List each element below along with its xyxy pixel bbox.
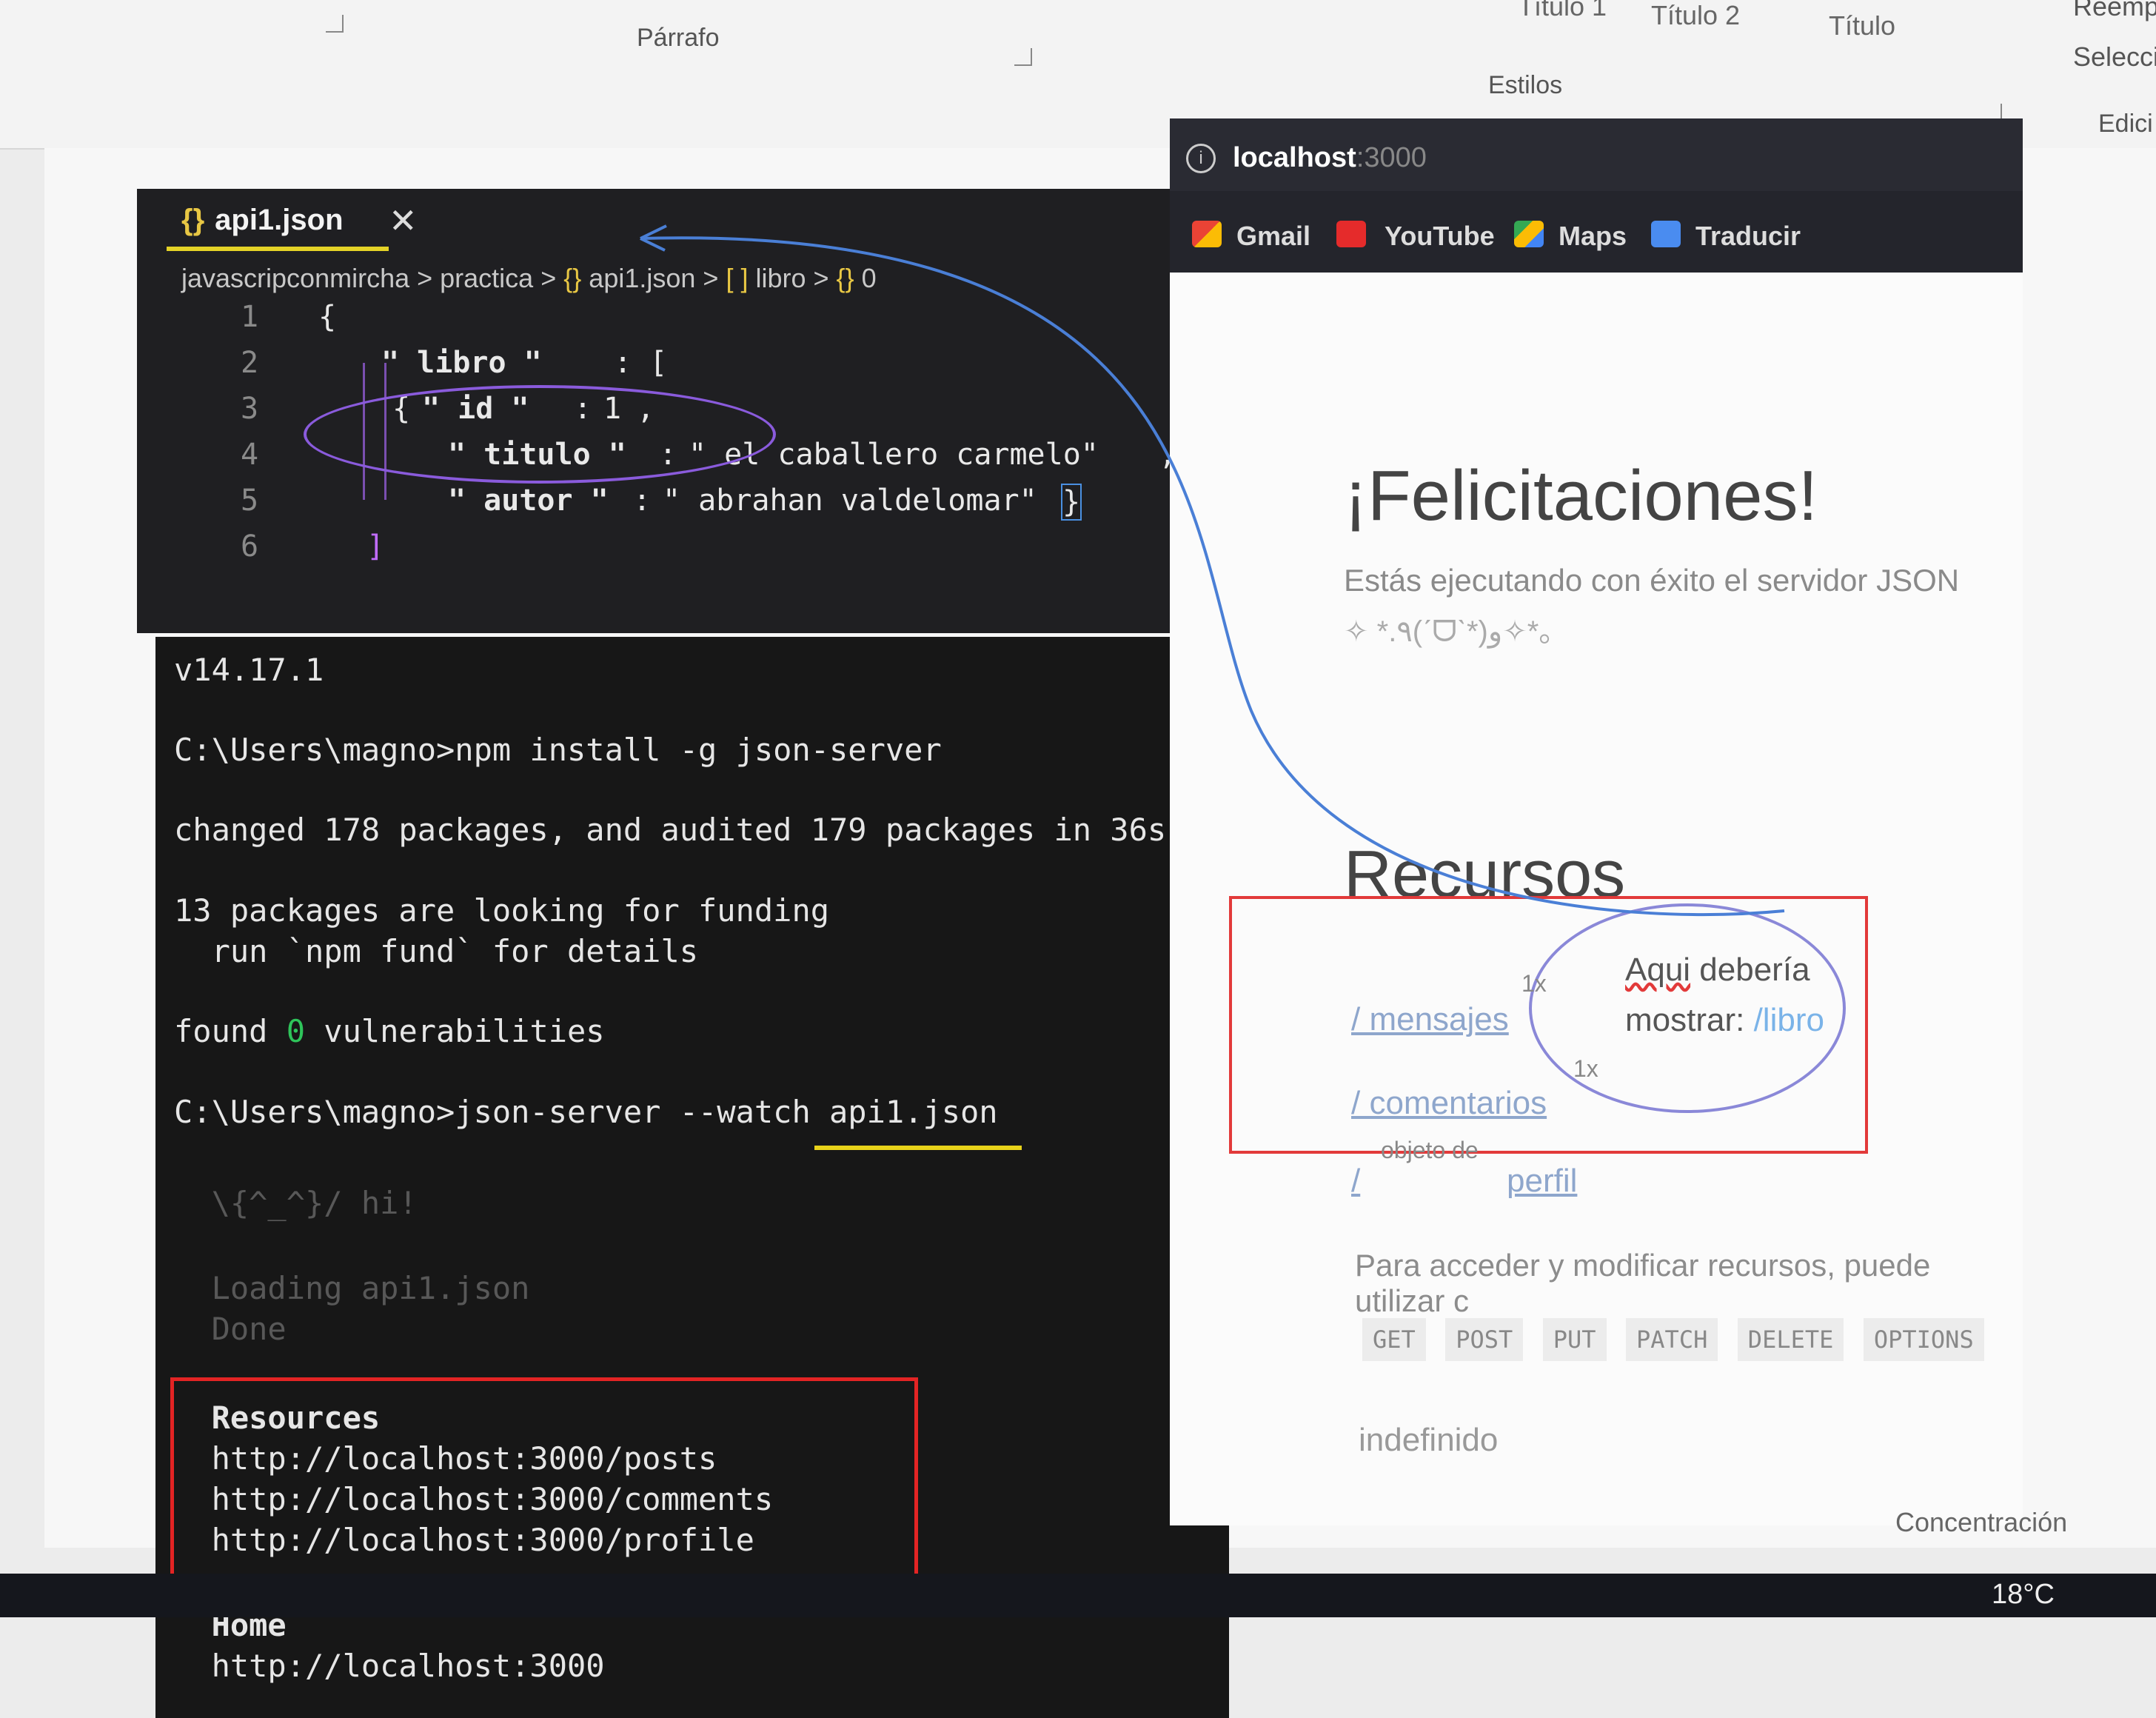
breadcrumb: javascripconmircha > practica > {} api1.… xyxy=(181,263,877,293)
youtube-icon xyxy=(1336,221,1366,247)
breadcrumb-folder[interactable]: practica xyxy=(440,263,533,293)
bookmark-translate[interactable]: Traducir xyxy=(1695,221,1801,252)
terminal-line: http://localhost:3000/profile xyxy=(174,1522,754,1558)
code-text: { xyxy=(318,300,337,334)
link-mensajes[interactable]: / mensajes xyxy=(1351,1001,1509,1038)
annotation-underline xyxy=(814,1146,1022,1150)
terminal-line: v14.17.1 xyxy=(174,652,324,688)
terminal-line: Done xyxy=(174,1311,287,1347)
line-number: 3 xyxy=(241,392,259,426)
undefined-text: indefinido xyxy=(1359,1422,1499,1458)
tab-highlight xyxy=(167,247,389,251)
method-put: PUT xyxy=(1542,1318,1607,1361)
terminal-line: 13 packages are looking for funding xyxy=(174,892,830,929)
dialog-launcher-icon[interactable] xyxy=(326,15,344,33)
code-text: ] xyxy=(366,529,385,564)
kaomoji: ✧ *.٩(ˊᗜˋ*)و✧*。 xyxy=(1344,615,1569,648)
replace-button[interactable]: Reemp xyxy=(2073,0,2156,22)
breadcrumb-array[interactable]: libro xyxy=(755,263,806,293)
style-heading2[interactable]: Título 2 xyxy=(1651,0,1740,31)
link-comentarios[interactable]: / comentarios xyxy=(1351,1085,1547,1122)
terminal[interactable]: v14.17.1 C:\Users\magno>npm install -g j… xyxy=(155,637,1229,1718)
terminal-line: run `npm fund` for details xyxy=(174,933,699,969)
tab-label: api1.json xyxy=(215,204,344,236)
line-number: 4 xyxy=(241,438,259,472)
method-patch: PATCH xyxy=(1626,1318,1718,1361)
code-line: 5 " autor " : " abrahan valdelomar" } xyxy=(241,484,1082,521)
json-file-icon: {} xyxy=(181,204,205,236)
breadcrumb-index[interactable]: 0 xyxy=(862,263,877,293)
address-bar[interactable]: i localhost:3000 xyxy=(1170,118,2023,191)
terminal-line: C:\Users\magno>json-server --watch api1.… xyxy=(174,1094,998,1130)
code-key: " autor " xyxy=(448,484,609,518)
terminal-line: \{^_^}/ hi! xyxy=(174,1185,418,1221)
link-slash[interactable]: / xyxy=(1351,1163,1360,1200)
code-line: 6 ] xyxy=(137,529,1211,574)
terminal-line: http://localhost:3000/comments xyxy=(174,1481,774,1517)
line-number: 6 xyxy=(241,529,259,564)
method-options: OPTIONS xyxy=(1863,1318,1984,1361)
translate-icon xyxy=(1651,221,1681,247)
code-string: " abrahan valdelomar" xyxy=(663,484,1037,518)
annotation-circle xyxy=(304,385,776,484)
annotation-text: Aqui debería xyxy=(1625,952,1810,988)
code-text: : [ xyxy=(596,346,668,380)
bookmark-maps[interactable]: Maps xyxy=(1559,221,1627,252)
line-number: 2 xyxy=(241,346,259,380)
focus-mode-button[interactable]: Concentración xyxy=(1895,1507,2067,1538)
edit-group-label: Edici xyxy=(2098,110,2153,138)
terminal-line: http://localhost:3000/posts xyxy=(174,1440,717,1477)
bookmark-gmail[interactable]: Gmail xyxy=(1236,221,1310,252)
code-key: " libro " xyxy=(381,346,542,380)
annotation-text: mostrar: /libro xyxy=(1625,1002,1824,1038)
style-title[interactable]: Título xyxy=(1829,10,1895,41)
terminal-line: Resources xyxy=(174,1400,381,1436)
http-methods: GET POST PUT PATCH DELETE OPTIONS xyxy=(1362,1318,2001,1361)
zero-vulnerabilities: 0 xyxy=(286,1013,306,1049)
terminal-line: changed 178 packages, and audited 179 pa… xyxy=(174,812,1167,848)
maps-icon xyxy=(1514,221,1544,247)
paragraph-text: Para acceder y modificar recursos, puede… xyxy=(1355,1248,1931,1318)
code-editor: {} api1.json ✕ javascripconmircha > pract… xyxy=(137,189,1211,633)
weather-temperature[interactable]: 18°C xyxy=(1992,1579,2055,1611)
code-line: 2 " libro " : [ xyxy=(137,346,1211,390)
count-label: 1x xyxy=(1521,970,1547,997)
page-title: ¡Felicitaciones! xyxy=(1344,456,1818,535)
json-file-icon: {} xyxy=(563,263,582,293)
bookmark-youtube[interactable]: YouTube xyxy=(1385,221,1495,252)
info-icon[interactable]: i xyxy=(1186,144,1216,173)
style-heading1[interactable]: Título 1 xyxy=(1518,0,1607,22)
paragraph-launcher-icon[interactable] xyxy=(1014,48,1032,66)
line-number: 5 xyxy=(241,484,259,518)
styles-group-label: Estilos xyxy=(1488,71,1563,99)
editor-tabbar: {} api1.json ✕ xyxy=(137,189,1211,255)
array-icon: [ ] xyxy=(726,263,749,293)
link-perfil[interactable]: perfil xyxy=(1507,1163,1577,1200)
bookmarks-bar: Gmail YouTube Maps Traducir xyxy=(1170,191,2023,273)
page-subtitle: Estás ejecutando con éxito el servidor J… xyxy=(1344,563,1960,598)
select-button[interactable]: Selecci xyxy=(2073,41,2156,73)
terminal-line: http://localhost:3000 xyxy=(174,1648,605,1684)
browser-window: i localhost:3000 Gmail YouTube Maps Trad… xyxy=(1170,118,2023,1525)
method-delete: DELETE xyxy=(1737,1318,1844,1361)
code-line: 1 { xyxy=(137,300,1211,344)
object-icon: {} xyxy=(836,263,854,293)
gmail-icon xyxy=(1192,221,1222,247)
terminal-line: C:\Users\magno>npm install -g json-serve… xyxy=(174,732,942,768)
taskbar xyxy=(0,1574,2156,1617)
method-get: GET xyxy=(1362,1318,1426,1361)
method-post: POST xyxy=(1445,1318,1524,1361)
link-note: objeto de xyxy=(1381,1137,1479,1163)
terminal-line: Loading api1.json xyxy=(174,1270,530,1306)
code-text: } xyxy=(1061,484,1082,521)
count-label: 1x xyxy=(1573,1055,1598,1082)
breadcrumb-file[interactable]: api1.json xyxy=(589,263,695,293)
editor-tab[interactable]: {} api1.json xyxy=(181,204,344,237)
line-number: 1 xyxy=(241,300,259,334)
url-text[interactable]: localhost:3000 xyxy=(1233,142,1427,174)
terminal-line: found 0 vulnerabilities xyxy=(174,1013,605,1049)
breadcrumb-folder[interactable]: javascripconmircha xyxy=(181,263,409,293)
close-tab-icon[interactable]: ✕ xyxy=(389,201,418,241)
paragraph-group-label: Párrafo xyxy=(637,24,720,52)
